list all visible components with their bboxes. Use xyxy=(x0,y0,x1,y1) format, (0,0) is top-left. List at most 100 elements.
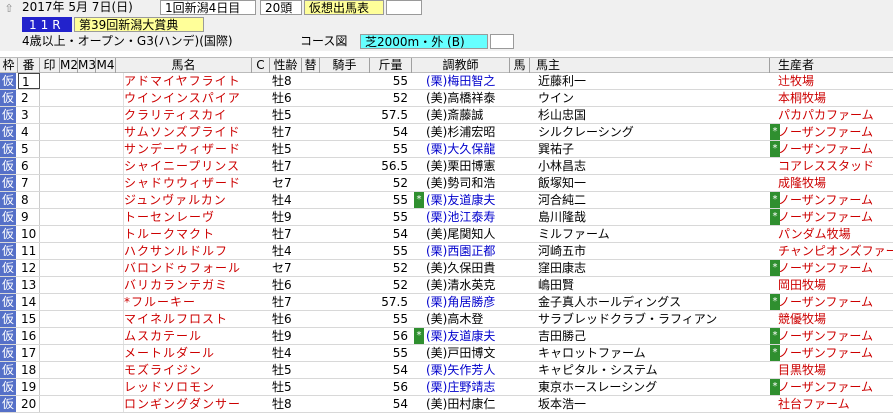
sex-age-cell: 牡9 xyxy=(272,210,292,224)
col-mark[interactable]: 印 xyxy=(40,58,60,73)
breeder-cell: ノーザンファーム xyxy=(778,142,874,156)
trainer-cell: (栗)庄野靖志 xyxy=(426,380,496,394)
table-row[interactable]: 仮 18 モズライジン 牡5 54 (栗)矢作芳人 キャピタル・システム 目黒牧場 xyxy=(0,362,893,379)
sex-age-cell: 牡7 xyxy=(272,295,292,309)
conditions-bar: ⇩ 4歳以上・オープン・G3(ハンデ)(国際) コース図 芝2000m・外 (B… xyxy=(0,33,893,82)
meeting-label: 1回新潟4日目 xyxy=(160,0,256,15)
col-owner[interactable]: 馬主 xyxy=(530,58,770,73)
horse-name-cell: トーセンレーヴ xyxy=(124,210,216,224)
weight-cell: 56 xyxy=(392,380,408,394)
col-change[interactable]: 替 xyxy=(302,58,320,73)
breeder-cell: 競優牧場 xyxy=(778,312,827,326)
table-row[interactable]: 仮 5 サンデーウィザード 牡5 55 (栗)大久保龍 巽祐子 ノーザンファーム * xyxy=(0,141,893,158)
table-row[interactable]: 仮 7 シャドウウィザード セ7 52 (美)勢司和浩 飯塚知一 成隆牧場 xyxy=(0,175,893,192)
prev-race-icon[interactable]: ⇧ xyxy=(2,2,16,16)
marks-cell xyxy=(40,73,124,89)
waku-cell: 仮 xyxy=(0,175,17,191)
col-sex-age[interactable]: 性齢 xyxy=(270,58,302,73)
table-row[interactable]: 仮 1 アドマイヤフライト 牡8 55 (栗)梅田智之 近藤利一 辻牧場 xyxy=(0,73,893,90)
table-row[interactable]: 仮 6 シャイニープリンス 牡7 56.5 (美)栗田博憲 小林昌志 コアレススタッド xyxy=(0,158,893,175)
marks-cell xyxy=(40,345,124,361)
breeder-cell: ノーザンファーム xyxy=(778,125,874,139)
marks-cell xyxy=(40,226,124,242)
breeder-mark: * xyxy=(770,379,780,395)
number-cell: 18 xyxy=(18,362,40,378)
table-row[interactable]: 仮 2 ウインインスパイア 牡6 52 (美)高橋祥泰 ウイン 本桐牧場 xyxy=(0,90,893,107)
weight-cell: 55 xyxy=(392,312,408,326)
horse-name-cell: クラリティスカイ xyxy=(124,108,228,122)
trainer-cell: (美)栗田博憲 xyxy=(426,159,496,173)
table-row[interactable]: 仮 4 サムソンズプライド 牡7 54 (美)杉浦宏昭 シルクレーシング ノーザンファーム * xyxy=(0,124,893,141)
breeder-cell: 岡田牧場 xyxy=(778,278,827,292)
col-weight[interactable]: 斤量 xyxy=(370,58,412,73)
marks-cell xyxy=(40,311,124,327)
trainer-cell: (栗)角居勝彦 xyxy=(426,295,496,309)
waku-cell: 仮 xyxy=(0,141,17,157)
table-row[interactable]: 仮 9 トーセンレーヴ 牡9 55 (栗)池江泰寿 島川隆哉 ノーザンファーム * xyxy=(0,209,893,226)
breeder-mark: * xyxy=(770,260,780,276)
owner-cell: サラブレッドクラブ・ラフィアン xyxy=(538,312,718,326)
trainer-cell: (栗)梅田智之 xyxy=(426,74,496,88)
course-map-label[interactable]: コース図 xyxy=(300,34,347,49)
trainer-cell: (美)杉浦宏昭 xyxy=(426,125,496,139)
owner-cell: 河崎五市 xyxy=(538,244,587,258)
table-row[interactable]: 仮11 ハクサンルドルフ 牡4 55 (栗)西園正都 河崎五市 チャンピオンズファーム xyxy=(0,243,893,260)
col-number[interactable]: 番 xyxy=(18,58,40,73)
trainer-cell: (美)久保田貴 xyxy=(426,261,496,275)
trainer-cell: (栗)西園正都 xyxy=(426,244,496,258)
waku-cell: 仮 xyxy=(0,226,17,242)
table-row[interactable]: 仮 14 *フルーキー 牡7 57.5 (栗)角居勝彦 金子真人ホールディングス ノーザンファ… xyxy=(0,294,893,311)
blank-box xyxy=(386,0,422,15)
table-row[interactable]: 仮 12 バロンドゥフォール セ7 52 (美)久保田貴 窪田康志 ノーザンファーム * xyxy=(0,260,893,277)
col-c[interactable]: C xyxy=(252,58,270,73)
horse-name-cell: アドマイヤフライト xyxy=(124,74,241,88)
col-horse-name[interactable]: 馬名 xyxy=(116,58,252,73)
breeder-mark: * xyxy=(770,328,780,344)
col-m3[interactable]: M3 xyxy=(78,58,96,73)
table-row[interactable]: 仮 3 クラリティスカイ 牡5 57.5 (美)斎藤誠 杉山忠国 パカパカファーム xyxy=(0,107,893,124)
col-m2[interactable]: M2 xyxy=(60,58,78,73)
col-waku[interactable]: 枠 xyxy=(0,58,18,73)
sex-age-cell: 牡9 xyxy=(272,329,292,343)
horse-name-cell: ウインインスパイア xyxy=(124,91,241,105)
sex-age-cell: 牡8 xyxy=(272,74,292,88)
col-trainer[interactable]: 調教師 xyxy=(412,58,510,73)
breeder-cell: ノーザンファーム xyxy=(778,295,874,309)
breeder-cell: 辻牧場 xyxy=(778,74,815,88)
table-row[interactable]: 仮 15 マイネルフロスト 牡6 55 (美)高木登 サラブレッドクラブ・ラフィアン 競優牧場 xyxy=(0,311,893,328)
blank-box-2 xyxy=(490,34,514,49)
col-horse-weight[interactable]: 馬 xyxy=(510,58,530,73)
weight-cell: 55 xyxy=(392,346,408,360)
table-row[interactable]: 仮 17 メートルダール 牡4 55 (美)戸田博文 キャロットファーム ノーザンファーム * xyxy=(0,345,893,362)
marks-cell xyxy=(40,362,124,378)
table-row[interactable]: 仮 13 バリカランテガミ 牡6 52 (美)清水英克 嶋田賢 岡田牧場 xyxy=(0,277,893,294)
table-row[interactable]: 仮 16 ムスカテール 牡9 56 (栗)友道康夫 吉田勝己 ノーザンファーム * * xyxy=(0,328,893,345)
owner-cell: 小林昌志 xyxy=(538,159,587,173)
sheet-title: 仮想出馬表 xyxy=(304,0,384,15)
marks-cell xyxy=(40,141,124,157)
waku-cell: 仮 xyxy=(0,192,17,208)
col-m4[interactable]: M4 xyxy=(96,58,116,73)
owner-cell: ウイン xyxy=(538,91,575,105)
col-breeder[interactable]: 生産者 xyxy=(770,58,893,73)
trainer-cell: (美)高橋祥泰 xyxy=(426,91,496,105)
waku-cell: 仮 xyxy=(0,277,17,293)
number-cell: 11 xyxy=(18,243,40,259)
col-jockey[interactable]: 騎手 xyxy=(320,58,370,73)
breeder-cell: 本桐牧場 xyxy=(778,91,827,105)
weight-cell: 55 xyxy=(392,142,408,156)
table-row[interactable]: 仮 20 ロンギングダンサー 牡8 54 (美)田村康仁 坂本浩一 社台ファーム xyxy=(0,396,893,413)
table-row[interactable]: 仮 10 トルークマクト 牡7 54 (美)尾関知人 ミルファーム パンダム牧場 xyxy=(0,226,893,243)
table-row[interactable]: 仮 19 レッドソロモン 牡5 56 (栗)庄野靖志 東京ホースレーシング ノーザンファーム * xyxy=(0,379,893,396)
number-cell: 8 xyxy=(18,192,40,208)
owner-cell: 嶋田賢 xyxy=(538,278,575,292)
waku-cell: 仮 xyxy=(0,124,17,140)
weight-cell: 52 xyxy=(392,261,408,275)
number-cell: 7 xyxy=(18,175,40,191)
table-row[interactable]: 仮 8 ジュンヴァルカン 牡4 55 (栗)友道康夫 河合純二 ノーザンファーム * * xyxy=(0,192,893,209)
weight-cell: 52 xyxy=(392,176,408,190)
breeder-cell: ノーザンファーム xyxy=(778,329,874,343)
sex-age-cell: 牡8 xyxy=(272,397,292,411)
number-cell: 16 xyxy=(18,328,40,344)
trainer-mark: * xyxy=(414,328,424,344)
